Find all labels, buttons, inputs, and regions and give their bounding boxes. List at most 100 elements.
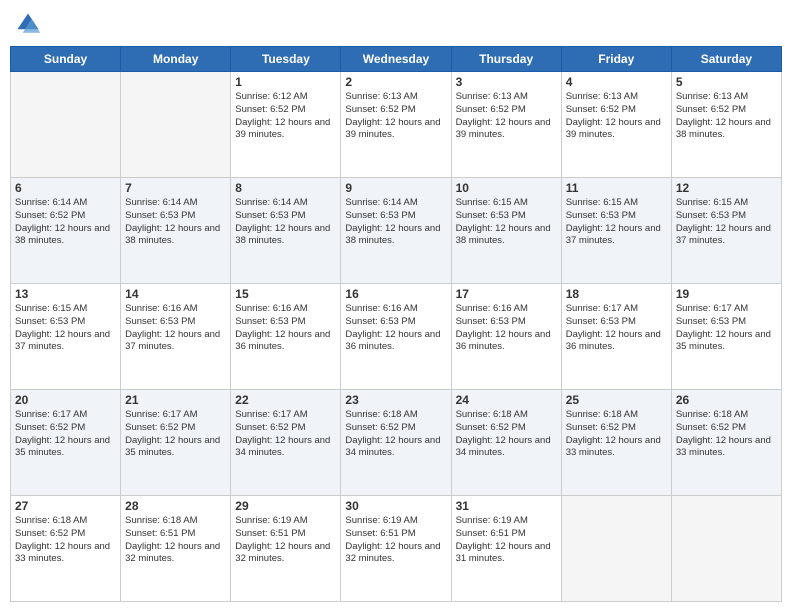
day-info: Sunrise: 6:15 AM Sunset: 6:53 PM Dayligh… (456, 197, 557, 248)
header (10, 10, 782, 38)
day-cell-5: 5 Sunrise: 6:13 AM Sunset: 6:52 PM Daylig… (671, 72, 781, 178)
day-number: 30 (345, 499, 446, 513)
day-cell-16: 16 Sunrise: 6:16 AM Sunset: 6:53 PM Dayli… (341, 284, 451, 390)
day-number: 13 (15, 287, 116, 301)
day-number: 29 (235, 499, 336, 513)
day-info: Sunrise: 6:17 AM Sunset: 6:52 PM Dayligh… (15, 409, 116, 460)
day-header-tuesday: Tuesday (231, 47, 341, 72)
day-info: Sunrise: 6:13 AM Sunset: 6:52 PM Dayligh… (456, 91, 557, 142)
day-info: Sunrise: 6:15 AM Sunset: 6:53 PM Dayligh… (676, 197, 777, 248)
day-number: 23 (345, 393, 446, 407)
day-info: Sunrise: 6:17 AM Sunset: 6:53 PM Dayligh… (566, 303, 667, 354)
day-cell-9: 9Sunrise: 6:14 AM Sunset: 6:53 PM Daylig… (341, 178, 451, 284)
day-info: Sunrise: 6:18 AM Sunset: 6:52 PM Dayligh… (456, 409, 557, 460)
day-cell-21: 21 Sunrise: 6:17 AM Sunset: 6:52 PM Dayli… (121, 390, 231, 496)
day-number: 2 (345, 75, 446, 89)
day-number: 14 (125, 287, 226, 301)
day-number: 24 (456, 393, 557, 407)
empty-cell (671, 496, 781, 602)
day-number: 26 (676, 393, 777, 407)
day-cell-7: 7Sunrise: 6:14 AM Sunset: 6:53 PM Daylig… (121, 178, 231, 284)
page: SundayMondayTuesdayWednesdayThursdayFrid… (0, 0, 792, 612)
day-cell-27: 27 Sunrise: 6:18 AM Sunset: 6:52 PM Dayli… (11, 496, 121, 602)
empty-cell (11, 72, 121, 178)
day-cell-26: 26Sunrise: 6:18 AM Sunset: 6:52 PM Dayli… (671, 390, 781, 496)
day-number: 27 (15, 499, 116, 513)
day-number: 22 (235, 393, 336, 407)
day-cell-15: 15 Sunrise: 6:16 AM Sunset: 6:53 PM Dayli… (231, 284, 341, 390)
day-info: Sunrise: 6:14 AM Sunset: 6:53 PM Dayligh… (345, 197, 446, 248)
day-cell-18: 18 Sunrise: 6:17 AM Sunset: 6:53 PM Dayli… (561, 284, 671, 390)
week-row-4: 20Sunrise: 6:17 AM Sunset: 6:52 PM Dayli… (11, 390, 782, 496)
day-number: 16 (345, 287, 446, 301)
day-number: 31 (456, 499, 557, 513)
day-number: 21 (125, 393, 226, 407)
week-row-1: 1 Sunrise: 6:12 AM Sunset: 6:52 PM Daylig… (11, 72, 782, 178)
day-cell-6: 6 Sunrise: 6:14 AM Sunset: 6:52 PM Daylig… (11, 178, 121, 284)
day-info: Sunrise: 6:13 AM Sunset: 6:52 PM Dayligh… (345, 91, 446, 142)
week-row-2: 6 Sunrise: 6:14 AM Sunset: 6:52 PM Daylig… (11, 178, 782, 284)
day-number: 3 (456, 75, 557, 89)
day-info: Sunrise: 6:17 AM Sunset: 6:53 PM Dayligh… (676, 303, 777, 354)
day-number: 1 (235, 75, 336, 89)
day-info: Sunrise: 6:13 AM Sunset: 6:52 PM Dayligh… (676, 91, 777, 142)
week-row-5: 27 Sunrise: 6:18 AM Sunset: 6:52 PM Dayli… (11, 496, 782, 602)
day-info: Sunrise: 6:18 AM Sunset: 6:52 PM Dayligh… (345, 409, 446, 460)
day-header-sunday: Sunday (11, 47, 121, 72)
day-number: 12 (676, 181, 777, 195)
day-cell-3: 3 Sunrise: 6:13 AM Sunset: 6:52 PM Daylig… (451, 72, 561, 178)
day-info: Sunrise: 6:16 AM Sunset: 6:53 PM Dayligh… (235, 303, 336, 354)
day-info: Sunrise: 6:18 AM Sunset: 6:51 PM Dayligh… (125, 515, 226, 566)
logo (14, 10, 46, 38)
day-number: 4 (566, 75, 667, 89)
day-cell-29: 29 Sunrise: 6:19 AM Sunset: 6:51 PM Dayli… (231, 496, 341, 602)
day-cell-14: 14 Sunrise: 6:16 AM Sunset: 6:53 PM Dayli… (121, 284, 231, 390)
day-info: Sunrise: 6:16 AM Sunset: 6:53 PM Dayligh… (456, 303, 557, 354)
day-cell-22: 22 Sunrise: 6:17 AM Sunset: 6:52 PM Dayli… (231, 390, 341, 496)
day-cell-31: 31 Sunrise: 6:19 AM Sunset: 6:51 PM Dayli… (451, 496, 561, 602)
day-info: Sunrise: 6:15 AM Sunset: 6:53 PM Dayligh… (566, 197, 667, 248)
logo-icon (14, 10, 42, 38)
day-header-wednesday: Wednesday (341, 47, 451, 72)
day-cell-30: 30Sunrise: 6:19 AM Sunset: 6:51 PM Dayli… (341, 496, 451, 602)
day-info: Sunrise: 6:16 AM Sunset: 6:53 PM Dayligh… (125, 303, 226, 354)
day-info: Sunrise: 6:14 AM Sunset: 6:53 PM Dayligh… (235, 197, 336, 248)
day-cell-20: 20Sunrise: 6:17 AM Sunset: 6:52 PM Dayli… (11, 390, 121, 496)
day-header-saturday: Saturday (671, 47, 781, 72)
empty-cell (561, 496, 671, 602)
day-cell-12: 12 Sunrise: 6:15 AM Sunset: 6:53 PM Dayli… (671, 178, 781, 284)
day-cell-4: 4 Sunrise: 6:13 AM Sunset: 6:52 PM Daylig… (561, 72, 671, 178)
day-info: Sunrise: 6:17 AM Sunset: 6:52 PM Dayligh… (235, 409, 336, 460)
header-row: SundayMondayTuesdayWednesdayThursdayFrid… (11, 47, 782, 72)
day-info: Sunrise: 6:13 AM Sunset: 6:52 PM Dayligh… (566, 91, 667, 142)
day-number: 19 (676, 287, 777, 301)
day-info: Sunrise: 6:19 AM Sunset: 6:51 PM Dayligh… (456, 515, 557, 566)
day-info: Sunrise: 6:14 AM Sunset: 6:52 PM Dayligh… (15, 197, 116, 248)
day-number: 7 (125, 181, 226, 195)
day-info: Sunrise: 6:18 AM Sunset: 6:52 PM Dayligh… (15, 515, 116, 566)
day-info: Sunrise: 6:19 AM Sunset: 6:51 PM Dayligh… (235, 515, 336, 566)
day-number: 11 (566, 181, 667, 195)
day-cell-23: 23 Sunrise: 6:18 AM Sunset: 6:52 PM Dayli… (341, 390, 451, 496)
day-info: Sunrise: 6:16 AM Sunset: 6:53 PM Dayligh… (345, 303, 446, 354)
day-number: 18 (566, 287, 667, 301)
day-info: Sunrise: 6:18 AM Sunset: 6:52 PM Dayligh… (566, 409, 667, 460)
day-number: 15 (235, 287, 336, 301)
day-number: 25 (566, 393, 667, 407)
day-cell-25: 25 Sunrise: 6:18 AM Sunset: 6:52 PM Dayli… (561, 390, 671, 496)
day-number: 5 (676, 75, 777, 89)
day-cell-11: 11 Sunrise: 6:15 AM Sunset: 6:53 PM Dayli… (561, 178, 671, 284)
day-info: Sunrise: 6:12 AM Sunset: 6:52 PM Dayligh… (235, 91, 336, 142)
day-info: Sunrise: 6:17 AM Sunset: 6:52 PM Dayligh… (125, 409, 226, 460)
week-row-3: 13Sunrise: 6:15 AM Sunset: 6:53 PM Dayli… (11, 284, 782, 390)
day-number: 28 (125, 499, 226, 513)
day-cell-13: 13Sunrise: 6:15 AM Sunset: 6:53 PM Dayli… (11, 284, 121, 390)
day-header-thursday: Thursday (451, 47, 561, 72)
day-number: 8 (235, 181, 336, 195)
day-cell-24: 24 Sunrise: 6:18 AM Sunset: 6:52 PM Dayli… (451, 390, 561, 496)
day-number: 6 (15, 181, 116, 195)
day-cell-10: 10Sunrise: 6:15 AM Sunset: 6:53 PM Dayli… (451, 178, 561, 284)
calendar-table: SundayMondayTuesdayWednesdayThursdayFrid… (10, 46, 782, 602)
day-cell-17: 17Sunrise: 6:16 AM Sunset: 6:53 PM Dayli… (451, 284, 561, 390)
day-cell-19: 19 Sunrise: 6:17 AM Sunset: 6:53 PM Dayli… (671, 284, 781, 390)
